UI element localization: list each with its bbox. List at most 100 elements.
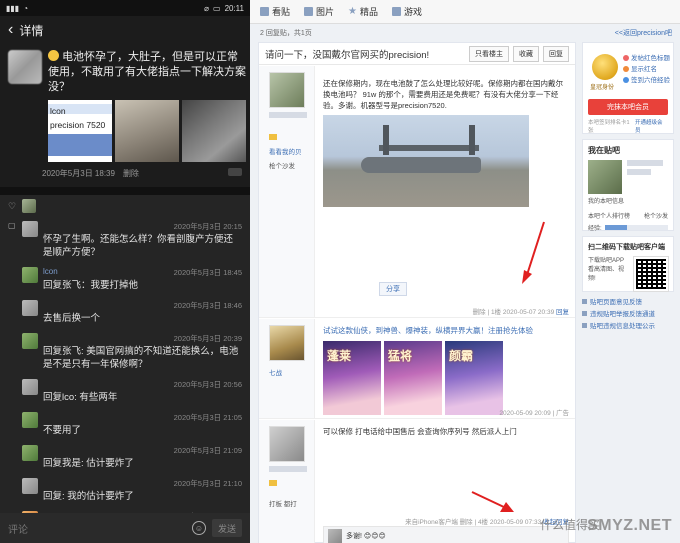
comment-item[interactable]: 2020年5月3日 20:39 回复张飞: 美国官网搞的不知道还能换么，电池是不是… (0, 329, 250, 375)
nav-label: 看贴 (272, 7, 291, 17)
vip-button[interactable]: 完抹本吧会员 (588, 99, 668, 115)
nav-label: 游戏 (404, 7, 423, 17)
comment-item[interactable]: ▢ 2020年5月3日 20:15 怀孕了生啊。还能怎么样？你看剖腹产方便还是顺产方… (0, 217, 250, 263)
user-avatar[interactable] (269, 426, 305, 462)
back-to-forum-link[interactable]: <<返回precision吧 (615, 28, 672, 38)
commenter-avatar[interactable] (22, 300, 38, 316)
signal-icon: ▮▮▮ (6, 3, 20, 13)
post-image-3[interactable] (182, 100, 246, 162)
vip-upgrade-link[interactable]: 开通超级会员 (635, 118, 668, 134)
status-time: 20:11 (224, 3, 244, 13)
commenter-avatar[interactable] (22, 267, 38, 283)
feedback-link[interactable]: 贴吧页面意见反馈 (582, 297, 674, 309)
comment-item[interactable]: 2020年5月3日 21:09 回复我是: 估计要炸了 (0, 441, 250, 474)
floor-1-user: 看看我的贝 枪个沙发 (259, 66, 315, 317)
commenter-avatar[interactable] (22, 412, 38, 428)
perk-dot-icon (623, 66, 629, 72)
post-image-2[interactable] (115, 100, 179, 162)
comment-text: 不要用了 (43, 425, 82, 436)
nav-item-featured[interactable]: ★ 精品 (348, 5, 378, 18)
wifi-icon: ◔ (23, 3, 29, 13)
plane-rotor-right (469, 125, 475, 155)
comment-text: 去售后换一个 (43, 313, 101, 324)
ad-user-name[interactable]: 七战 (269, 367, 282, 377)
post-image-1[interactable]: lcon precision 7520 (48, 100, 112, 162)
liker-avatar[interactable] (22, 199, 37, 213)
commenter-avatar[interactable] (22, 478, 38, 494)
emoji-icon[interactable]: ☺ (192, 521, 206, 535)
reply-button[interactable]: 回复 (543, 45, 569, 62)
user-tag[interactable]: 看看我的贝 (269, 146, 302, 156)
commenter-avatar[interactable] (22, 445, 38, 461)
nav-label: 图片 (316, 7, 335, 17)
more-options-icon[interactable] (228, 168, 242, 176)
ad-image-2[interactable]: 猛将 (384, 341, 442, 415)
perk-label: 显示红名 (631, 66, 657, 73)
rank-value: 枪个沙发 (643, 214, 668, 220)
comment-text: 回复张飞：我要打掉他 (43, 280, 139, 291)
comment-item[interactable]: 2020年5月3日 18:46 去售后换一个 (0, 296, 250, 329)
floor-ad-meta: 2020-05-09 20:09 | 广告 (499, 410, 569, 417)
comment-item[interactable]: 2020年5月3日 21:10 回复: 我的估计要炸了 (0, 474, 250, 507)
only-op-button[interactable]: 只看楼主 (469, 45, 509, 62)
favorite-button[interactable]: 收藏 (513, 45, 539, 62)
watermark-logo: SMYZ.NET (587, 517, 672, 534)
comment-text: 回复: 我的估计要炸了 (43, 491, 134, 502)
osprey-aircraft-photo[interactable] (323, 115, 529, 207)
delete-link[interactable]: 删除 (123, 168, 139, 179)
thread-header: 请问一下，没国戴尔官网买的precision! 只看楼主 收藏 回复 (259, 43, 575, 65)
post-time: 2020年5月3日 18:39 (42, 169, 115, 178)
vip-card: 皇冠身份 发帖红色标题 显示红名 签到六倍经验 完抹本吧会员 本吧签到排名卡1张… (582, 42, 674, 134)
send-button[interactable]: 发送 (212, 519, 242, 537)
comment-time: 2020年5月3日 18:45 (173, 268, 242, 277)
comment-icon: ▢ (8, 221, 16, 230)
commenter-name[interactable]: lcon (43, 267, 58, 278)
nav-item-images[interactable]: 图片 (304, 5, 334, 18)
perk-dot-icon (623, 55, 629, 61)
plane-rotor-left (383, 125, 389, 155)
comment-time: 2020年5月3日 18:46 (173, 301, 242, 310)
ad-image-3[interactable]: 颜霸 (445, 341, 503, 415)
reply-text: 多谢! 😊😊😊 (346, 531, 386, 541)
ad-text[interactable]: 试试这款仙侠，到神兽、爆神装，纵横异界大赢！注册抢先体验 (323, 325, 569, 336)
my-avatar[interactable] (588, 160, 622, 194)
qr-title: 扫二维码下载贴吧客户端 (588, 244, 665, 251)
poster-avatar[interactable] (8, 50, 42, 84)
nav-item-games[interactable]: 游戏 (392, 5, 422, 18)
post-text-content: 电池怀孕了，大肚子，但是可以正常使用，不敢用了有大佬指点一下解决方案没？ (48, 51, 246, 93)
user-avatar[interactable] (269, 72, 305, 108)
comment-item[interactable]: 2020年5月3日 21:05 不要用了 (0, 408, 250, 441)
share-button[interactable]: 分享 (379, 282, 407, 296)
image-icon (304, 7, 314, 16)
commenter-avatar[interactable] (22, 333, 38, 349)
user-level: 枪个沙发 (269, 163, 295, 170)
comment-item[interactable]: 2020年5月3日 20:56 回复lco: 有些两年 (0, 375, 250, 408)
floor-1-reply-link[interactable]: 回复 (556, 309, 569, 316)
commenter-avatar[interactable] (22, 379, 38, 395)
top-bar: ‹ 详情 (0, 16, 250, 44)
comment-input[interactable]: 评论 (8, 521, 186, 536)
game-avatar[interactable] (269, 325, 305, 361)
comment-item[interactable]: lcon 2020年5月3日 18:45 回复张飞：我要打掉他 (0, 263, 250, 296)
back-arrow-icon[interactable]: ‹ (8, 22, 13, 38)
reply-avatar[interactable] (328, 529, 342, 543)
rank-link[interactable]: 本吧个人排行榜 (588, 211, 630, 220)
exp-bar-fill (604, 225, 627, 230)
violation-link[interactable]: 贴吧违规信息处理公示 (582, 321, 674, 333)
image-label-top: lcon (50, 106, 66, 116)
my-level-blur (627, 169, 651, 175)
report-link[interactable]: 违规贴吧举报反馈通道 (582, 309, 674, 321)
commenter-avatar[interactable] (22, 221, 38, 237)
qr-card: 扫二维码下载贴吧客户端 下载贴吧APP 看高清图、视频! (582, 236, 674, 292)
nav-item-posts[interactable]: 看贴 (260, 5, 290, 18)
my-info (627, 160, 663, 178)
ad-image-1[interactable]: 蓬莱 (323, 341, 381, 415)
status-icons-right: ⌀ ▭ 20:11 (204, 4, 244, 13)
perk-item: 显示红名 (623, 64, 670, 75)
qr-code-icon[interactable] (633, 256, 669, 292)
